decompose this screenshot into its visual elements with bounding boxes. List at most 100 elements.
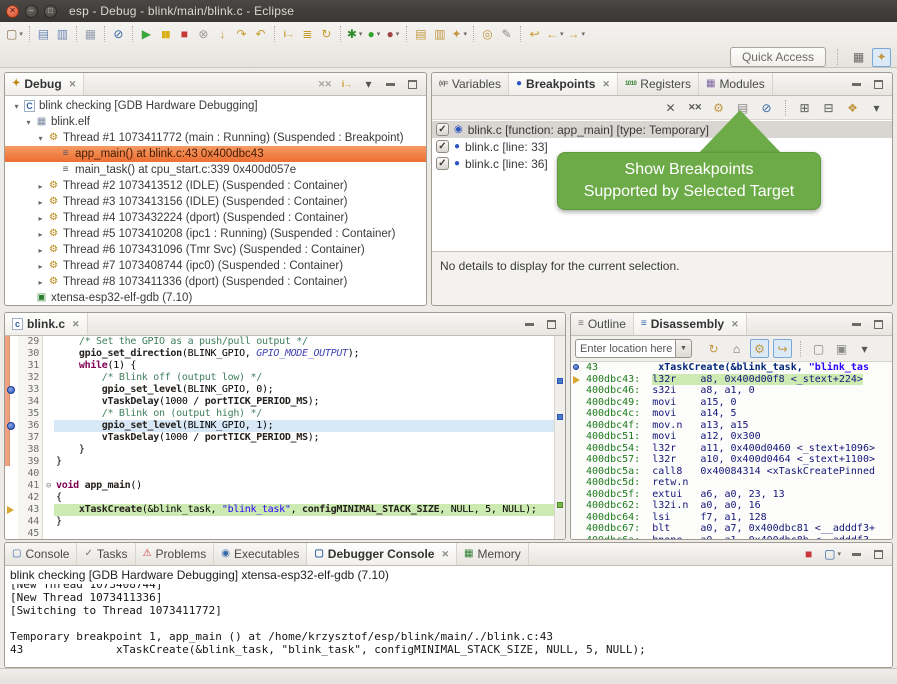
expand-arrow-icon[interactable]: ▸ bbox=[35, 182, 46, 191]
expand-arrow-icon[interactable]: ▸ bbox=[35, 214, 46, 223]
last-edit-location-icon[interactable]: ↩ bbox=[525, 25, 544, 44]
terminate-icon[interactable]: ■ bbox=[175, 25, 194, 44]
new-wizard-icon[interactable]: ▢▾ bbox=[4, 25, 25, 44]
debug-tree-row[interactable]: ▸⚙Thread #5 1073410208 (ipc1 : Running) … bbox=[5, 226, 426, 242]
editor-line[interactable]: 39} bbox=[5, 456, 565, 468]
open-perspective-icon[interactable]: ▦ bbox=[849, 48, 868, 67]
external-tools-icon[interactable]: ✦▾ bbox=[449, 25, 469, 44]
collapse-all-icon[interactable]: ⊟ bbox=[819, 98, 838, 117]
window-close-button[interactable]: ✕ bbox=[6, 5, 19, 18]
editor-line[interactable]: 44} bbox=[5, 516, 565, 528]
editor-line[interactable]: 43 xTaskCreate(&blink_task, "blink_task"… bbox=[5, 504, 565, 516]
view-menu-icon[interactable]: ▾ bbox=[867, 98, 886, 117]
breakpoint-checkbox[interactable]: ✓ bbox=[436, 157, 449, 170]
tab-modules[interactable]: ▦Modules bbox=[699, 73, 773, 95]
disassembly-row[interactable]: 400dbc5d: retw.n bbox=[571, 477, 892, 489]
remove-selected-breakpoints-icon[interactable]: ✕ bbox=[661, 98, 680, 117]
debug-tree-row[interactable]: ≡app_main() at blink.c:43 0x400dbc43 bbox=[5, 146, 426, 162]
minimize-view-icon[interactable] bbox=[382, 76, 399, 93]
disassembly-row[interactable]: 400dbc49: movi a15, 0 bbox=[571, 397, 892, 409]
drop-to-frame-icon[interactable]: ↻ bbox=[317, 25, 336, 44]
minimize-view-icon[interactable] bbox=[521, 316, 538, 333]
disassembly-row[interactable]: 400dbc62: l32i.n a0, a0, 16 bbox=[571, 500, 892, 512]
close-tab-icon[interactable]: ✕ bbox=[72, 319, 80, 330]
run-icon[interactable]: ●▾ bbox=[364, 25, 383, 44]
go-to-home-icon[interactable]: ⌂ bbox=[727, 339, 746, 358]
view-menu-icon[interactable]: ▾ bbox=[855, 339, 874, 358]
disassembly-row[interactable]: 400dbc67: blt a0, a7, 0x400dbc81 <__addd… bbox=[571, 523, 892, 535]
debug-tree-row[interactable]: ▸⚙Thread #4 1073432224 (dport) (Suspende… bbox=[5, 210, 426, 226]
sync-with-active-debug-context-icon[interactable]: ⚙ bbox=[750, 339, 769, 358]
editor-line[interactable]: 37 vTaskDelay(1000 / portTICK_PERIOD_MS)… bbox=[5, 432, 565, 444]
close-tab-icon[interactable]: ✕ bbox=[731, 319, 739, 330]
editor-line[interactable]: 40 bbox=[5, 468, 565, 480]
fold-collapse-icon[interactable]: ⊖ bbox=[43, 480, 54, 492]
editor-line[interactable]: 35 /* Blink on (output high) */ bbox=[5, 408, 565, 420]
editor-line[interactable]: 31 while(1) { bbox=[5, 360, 565, 372]
editor-line[interactable]: 32 /* Blink off (output low) */ bbox=[5, 372, 565, 384]
disassembly-row[interactable]: 400dbc5a: call8 0x40084314 <xTaskCreateP… bbox=[571, 466, 892, 478]
debug-icon[interactable]: ✱▾ bbox=[345, 25, 365, 44]
tab-registers[interactable]: 1010Registers bbox=[618, 73, 699, 95]
tab-console[interactable]: ▢Console bbox=[5, 543, 77, 565]
debug-tree-row[interactable]: ▣xtensa-esp32-elf-gdb (7.10) bbox=[5, 290, 426, 306]
quick-access-button[interactable]: Quick Access bbox=[730, 47, 826, 67]
view-menu-icon[interactable]: ▾ bbox=[360, 76, 377, 93]
back-icon[interactable]: ←▾ bbox=[544, 25, 566, 44]
tab-outline[interactable]: ≡Outline bbox=[571, 313, 634, 335]
disassembly-row[interactable]: 400dbc4c: movi a14, 5 bbox=[571, 408, 892, 420]
debug-tree-row[interactable]: ▸⚙Thread #7 1073408744 (ipc0) (Suspended… bbox=[5, 258, 426, 274]
tab-debugger-console[interactable]: ▢Debugger Console✕ bbox=[307, 543, 457, 565]
disassembly-row[interactable]: 400dbc54: l32r a11, 0x400d0460 <_stext+1… bbox=[571, 443, 892, 455]
skip-all-breakpoints-icon[interactable]: ⊘ bbox=[109, 25, 128, 44]
step-into-icon[interactable]: ↓ bbox=[213, 25, 232, 44]
minimize-view-icon[interactable] bbox=[848, 316, 865, 333]
maximize-view-icon[interactable] bbox=[870, 546, 887, 563]
expand-arrow-icon[interactable]: ▸ bbox=[35, 230, 46, 239]
suspend-icon[interactable]: ▮▮ bbox=[156, 25, 175, 44]
resume-icon[interactable]: ▶ bbox=[137, 25, 156, 44]
breakpoint-marker-icon[interactable] bbox=[7, 422, 15, 430]
track-expression-icon[interactable]: ↪ bbox=[773, 339, 792, 358]
disassembly-source-row[interactable]: 43 xTaskCreate(&blink_task, "blink_tas bbox=[571, 362, 892, 374]
save-all-icon[interactable]: ▥ bbox=[53, 25, 72, 44]
expand-all-icon[interactable]: ⊞ bbox=[795, 98, 814, 117]
terminate-icon[interactable]: ■ bbox=[800, 546, 817, 563]
disassembly-row[interactable]: 400dbc51: movi a12, 0x300 bbox=[571, 431, 892, 443]
export-icon[interactable]: ▣ bbox=[832, 339, 851, 358]
step-over-icon[interactable]: ↷ bbox=[232, 25, 251, 44]
maximize-view-icon[interactable] bbox=[543, 316, 560, 333]
editor-line[interactable]: 41⊖void app_main() bbox=[5, 480, 565, 492]
breakpoint-checkbox[interactable]: ✓ bbox=[436, 140, 449, 153]
forward-icon[interactable]: →▾ bbox=[566, 25, 588, 44]
expand-arrow-icon[interactable]: ▸ bbox=[35, 246, 46, 255]
console-output[interactable]: blink checking [GDB Hardware Debugging] … bbox=[5, 566, 892, 668]
step-return-icon[interactable]: ↶ bbox=[251, 25, 270, 44]
disassembly-row[interactable]: 400dbc64: lsi f7, a1, 128 bbox=[571, 512, 892, 524]
editor-line[interactable]: 33 gpio_set_level(BLINK_GPIO, 0); bbox=[5, 384, 565, 396]
overview-ruler[interactable] bbox=[554, 336, 565, 540]
location-dropdown-icon[interactable]: ▼ bbox=[675, 339, 692, 358]
editor-line[interactable]: 45 bbox=[5, 528, 565, 540]
copy-icon[interactable]: ▢ bbox=[809, 339, 828, 358]
disassembly-row[interactable]: 400dbc5f: extui a6, a0, 23, 13 bbox=[571, 489, 892, 501]
debug-perspective-icon[interactable]: ✦ bbox=[872, 48, 891, 67]
overview-mark-icon[interactable] bbox=[557, 502, 563, 508]
instruction-stepping-icon[interactable]: i→ bbox=[279, 25, 298, 44]
remove-all-terminated-icon[interactable]: ✕✕ bbox=[316, 76, 333, 93]
tab-memory[interactable]: ▦Memory bbox=[457, 543, 529, 565]
group-breakpoints-icon[interactable]: ❖ bbox=[843, 98, 862, 117]
refresh-view-icon[interactable]: ↻ bbox=[704, 339, 723, 358]
breakpoint-checkbox[interactable]: ✓ bbox=[436, 123, 449, 136]
maximize-view-icon[interactable] bbox=[404, 76, 421, 93]
save-icon[interactable]: ▤ bbox=[34, 25, 53, 44]
breakpoint-marker-icon[interactable] bbox=[7, 386, 15, 394]
disassembly-row[interactable]: 400dbc6a: bnone a0, a1, 0x400dbc8b <__ad… bbox=[571, 535, 892, 540]
expand-arrow-icon[interactable]: ▸ bbox=[35, 278, 46, 287]
coverage-icon[interactable]: ●▾ bbox=[383, 25, 402, 44]
window-minimize-button[interactable]: – bbox=[25, 5, 38, 18]
disconnect-icon[interactable]: ⊗ bbox=[194, 25, 213, 44]
minimize-view-icon[interactable] bbox=[848, 546, 865, 563]
disassembly-row[interactable]: 400dbc46: s32i a8, a1, 0 bbox=[571, 385, 892, 397]
expand-arrow-icon[interactable]: ▾ bbox=[11, 102, 22, 111]
